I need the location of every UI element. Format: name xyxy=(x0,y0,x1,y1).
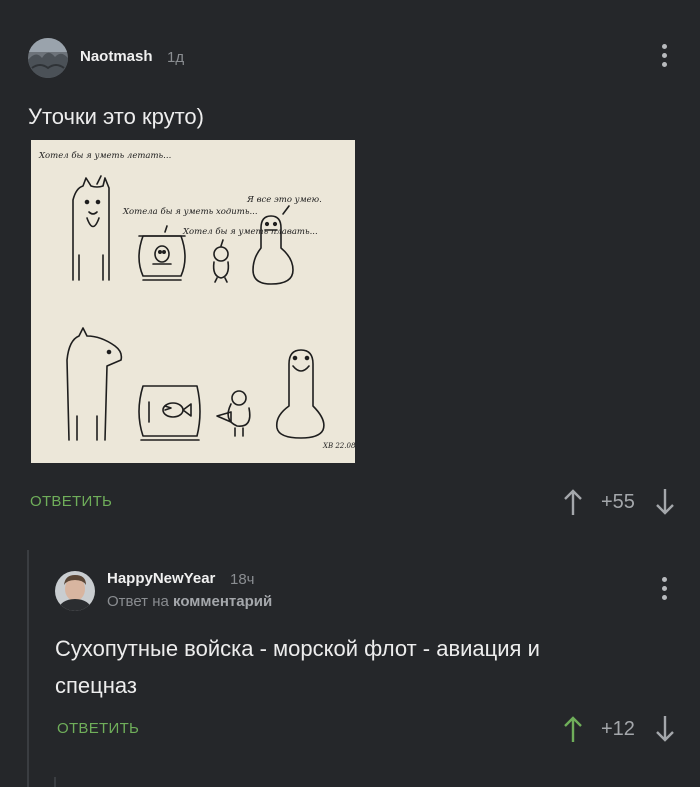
caption-chick: Хотел бы я уметь плавать... xyxy=(182,226,318,237)
arrow-down-icon[interactable] xyxy=(655,715,675,743)
more-vertical-icon[interactable] xyxy=(662,577,668,604)
arrow-down-icon[interactable] xyxy=(655,488,675,516)
reply-button[interactable]: ОТВЕТИТЬ xyxy=(30,493,112,510)
arrow-up-icon[interactable] xyxy=(563,715,583,743)
comment-time: 18ч xyxy=(230,571,255,588)
avatar[interactable] xyxy=(28,38,68,78)
caption-fish: Хотела бы я уметь ходить... xyxy=(122,206,258,217)
comment-text: Уточки это круто) xyxy=(28,104,204,129)
caption-dog: Хотел бы я уметь летать... xyxy=(38,150,171,161)
thread-line[interactable] xyxy=(54,777,56,787)
caption-duck: Я все это умею. xyxy=(246,195,322,205)
comment-text: Сухопутные войска - морской флот - авиац… xyxy=(55,630,675,704)
comment-text-line: Сухопутные войска - морской флот - авиац… xyxy=(55,636,540,661)
reply-to-prefix: Ответ на xyxy=(107,593,169,610)
image-signature: ХВ 22.08.14 xyxy=(322,442,355,450)
comment-image[interactable]: Хотел бы я уметь летать... Хотела бы я у… xyxy=(31,140,367,463)
thread-line[interactable] xyxy=(27,550,29,787)
reply-to-link[interactable]: комментарий xyxy=(173,593,272,610)
comment-time: 1д xyxy=(167,49,185,66)
comment-text-line: спецназ xyxy=(55,673,137,698)
comment-username[interactable]: HappyNewYear xyxy=(107,570,215,587)
reply-to-meta: Ответ на комментарий xyxy=(107,593,272,610)
comment-username[interactable]: Naotmash xyxy=(80,48,153,65)
avatar[interactable] xyxy=(55,571,95,611)
arrow-up-icon[interactable] xyxy=(563,488,583,516)
vote-score: +55 xyxy=(601,491,635,513)
vote-score: +12 xyxy=(601,718,635,740)
more-vertical-icon[interactable] xyxy=(662,44,668,71)
reply-button[interactable]: ОТВЕТИТЬ xyxy=(57,720,139,737)
